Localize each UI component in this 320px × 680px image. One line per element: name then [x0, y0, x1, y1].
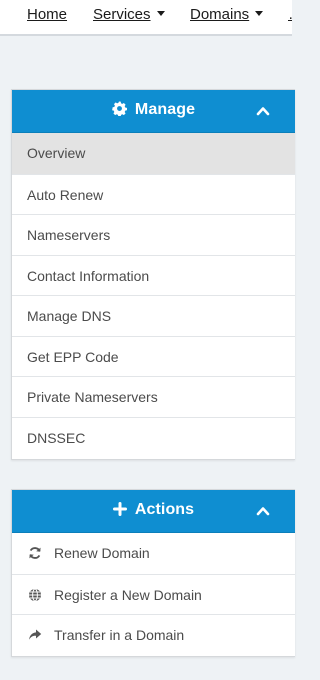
nav-domains-label: Domains: [190, 6, 250, 23]
nav-home-link[interactable]: Home: [27, 6, 67, 23]
manage-item-label: Overview: [27, 145, 86, 161]
manage-panel-title: Manage: [134, 101, 196, 118]
chevron-up-icon[interactable]: [256, 504, 270, 518]
nav-domains-link[interactable]: Domains: [190, 6, 264, 23]
globe-icon: [29, 588, 41, 601]
manage-panel-header[interactable]: Manage: [12, 90, 295, 133]
action-renew-domain[interactable]: Renew Domain: [12, 533, 295, 574]
manage-item-label: Auto Renew: [27, 186, 104, 203]
manage-item-label: Manage DNS: [27, 308, 112, 324]
share-arrow-icon: [29, 629, 42, 640]
nav-services-link[interactable]: Services: [93, 6, 165, 23]
refresh-icon: [29, 547, 41, 559]
manage-item-get-epp-code[interactable]: Get EPP Code: [12, 335, 295, 377]
manage-item-label: Get EPP Code: [27, 348, 119, 365]
manage-item-label: Nameservers: [27, 227, 111, 243]
manage-item-auto-renew[interactable]: Auto Renew: [12, 173, 295, 215]
action-transfer-domain[interactable]: Transfer in a Domain: [12, 614, 295, 655]
action-register-new-domain[interactable]: Register a New Domain: [12, 573, 295, 615]
manage-item-private-nameservers[interactable]: Private Nameservers: [12, 376, 295, 417]
chevron-up-icon[interactable]: [256, 104, 270, 118]
nav-overflow-link[interactable]: …: [288, 6, 292, 23]
top-navigation: Home Services Domains …: [0, 0, 292, 36]
manage-panel: Manage Overview Auto Renew Nameservers C…: [11, 89, 295, 460]
manage-item-label: DNSSEC: [27, 429, 86, 446]
gear-icon: [112, 101, 127, 121]
nav-home-label: Home: [27, 6, 68, 23]
actions-panel: Actions Renew Domain Register a New Doma…: [11, 489, 295, 657]
nav-services-label: Services: [93, 6, 151, 23]
manage-item-label: Contact Information: [27, 267, 150, 284]
manage-item-label: Private Nameservers: [27, 389, 158, 405]
plus-icon: [112, 502, 127, 521]
caret-down-icon: [255, 11, 264, 16]
manage-item-dnssec[interactable]: DNSSEC: [12, 416, 295, 458]
action-label: Transfer in a Domain: [54, 627, 185, 643]
caret-down-icon: [156, 11, 165, 16]
manage-item-nameservers[interactable]: Nameservers: [12, 214, 295, 255]
action-label: Renew Domain: [54, 545, 150, 561]
action-label: Register a New Domain: [54, 586, 202, 603]
manage-item-contact-information[interactable]: Contact Information: [12, 254, 295, 296]
manage-item-overview[interactable]: Overview: [12, 133, 295, 174]
actions-panel-title: Actions: [134, 501, 195, 518]
actions-panel-header[interactable]: Actions: [12, 490, 295, 533]
manage-item-manage-dns[interactable]: Manage DNS: [12, 295, 295, 336]
